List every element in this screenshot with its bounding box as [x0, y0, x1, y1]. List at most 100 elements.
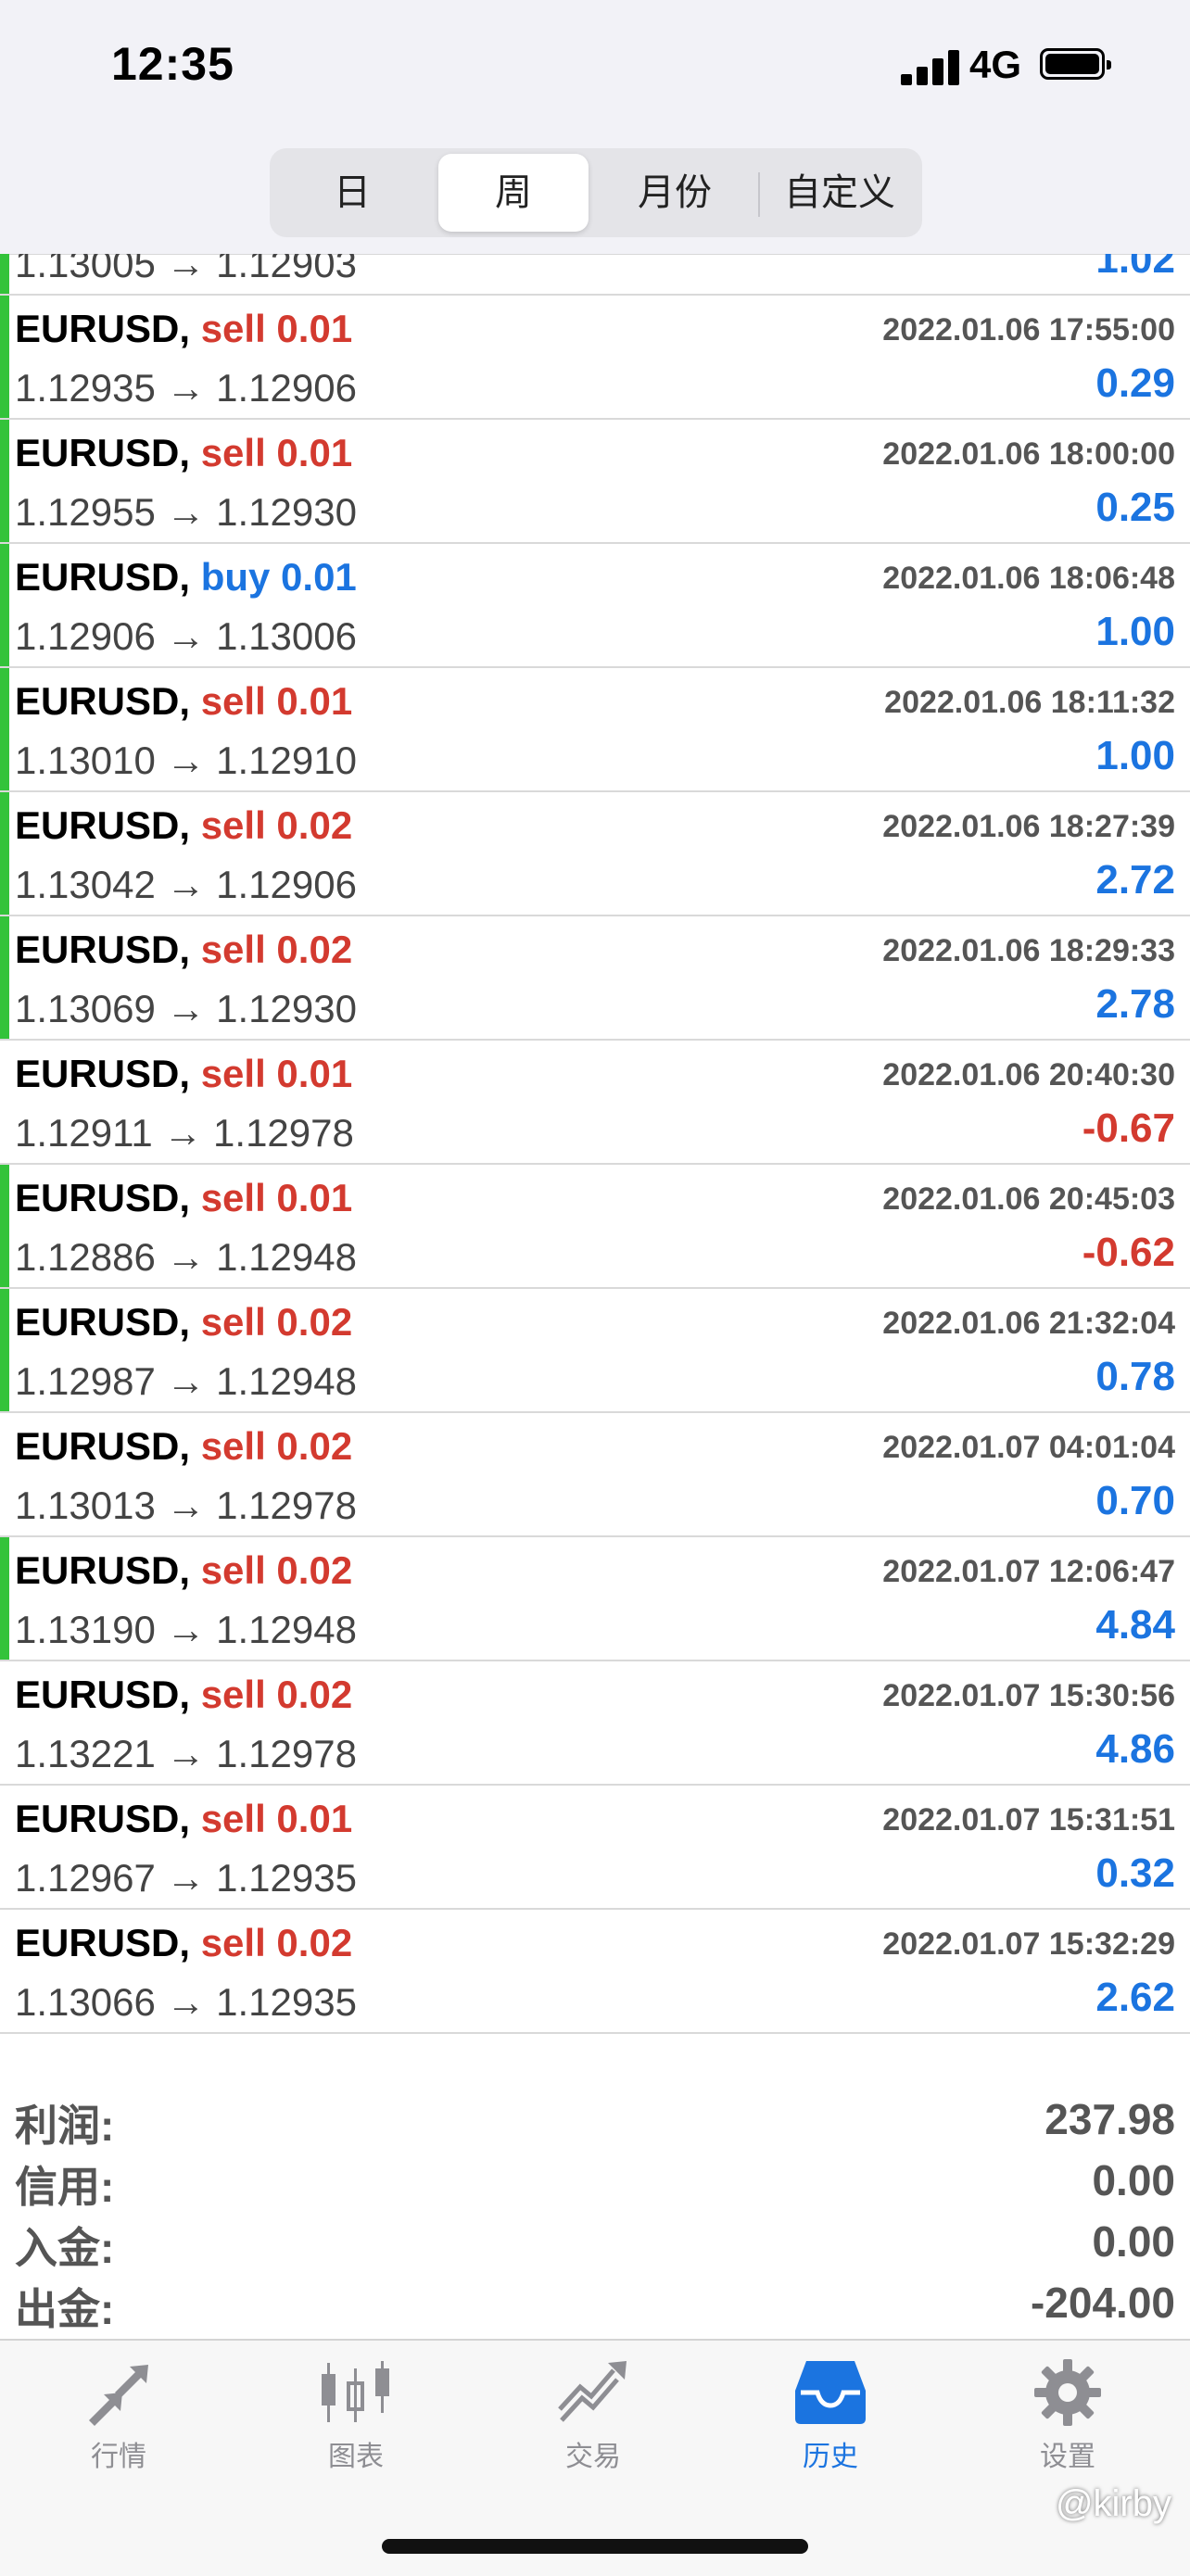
home-indicator[interactable]: [382, 2539, 808, 2554]
segment-day[interactable]: 日: [277, 154, 427, 232]
summary-label: 信用:: [15, 2163, 115, 2211]
row-profit: 0.78: [1095, 1354, 1175, 1399]
row-title: EURUSD, sell 0.02: [15, 803, 352, 848]
row-side: sell 0.01: [200, 1797, 353, 1840]
segment-custom[interactable]: 自定义: [765, 154, 915, 232]
history-row[interactable]: EURUSD, sell 0.02 2022.01.06 21:32:04 1.12…: [0, 1289, 1190, 1413]
row-symbol: EURUSD,: [15, 679, 191, 723]
history-row[interactable]: EURUSD, sell 0.02 2022.01.07 12:06:47 1.13…: [0, 1537, 1190, 1661]
row-prices: 1.13190 → 1.12948: [15, 1608, 357, 1651]
row-symbol: EURUSD,: [15, 1921, 191, 1964]
row-side: sell 0.02: [200, 1673, 353, 1716]
history-row[interactable]: EURUSD, sell 0.02 2022.01.07 15:30:56 1.13…: [0, 1661, 1190, 1786]
history-row[interactable]: EURUSD, sell 0.01 2022.01.06 17:55:00 1.12…: [0, 296, 1190, 420]
row-prices: 1.12911 → 1.12978: [15, 1111, 354, 1155]
history-summary: 利润: 237.98 信用: 0.00 入金: 0.00 出金: -204.00: [0, 2089, 1190, 2339]
history-row[interactable]: EURUSD, sell 0.01 2022.01.06 20:45:03 1.12…: [0, 1165, 1190, 1289]
row-prices: 1.13010 → 1.12910: [15, 739, 357, 782]
tab-settings[interactable]: 设置: [975, 2359, 1160, 2498]
row-profit: 0.70: [1095, 1478, 1175, 1523]
history-row[interactable]: EURUSD, buy 0.01 2022.01.06 18:06:48 1.129…: [0, 544, 1190, 668]
history-tray-icon: [795, 2361, 866, 2424]
row-title: EURUSD, sell 0.01: [15, 431, 352, 475]
row-side: sell 0.02: [200, 1424, 353, 1468]
history-row[interactable]: EURUSD, sell 0.01 2022.01.07 15:31:51 1.12…: [0, 1786, 1190, 1910]
tab-history[interactable]: 历史: [738, 2359, 923, 2498]
row-side-indicator: [0, 296, 9, 418]
row-title: EURUSD, buy 0.01: [15, 555, 357, 600]
row-symbol: EURUSD,: [15, 307, 191, 350]
row-side: sell 0.01: [200, 1176, 353, 1219]
row-side: sell 0.01: [200, 307, 353, 350]
history-row[interactable]: EURUSD, sell 0.02 2022.01.06 18:27:39 1.13…: [0, 792, 1190, 916]
candlestick-chart-icon: [322, 2361, 389, 2422]
tab-charts[interactable]: 图表: [263, 2359, 449, 2498]
segment-month[interactable]: 月份: [600, 154, 750, 232]
row-symbol: EURUSD,: [15, 1548, 191, 1592]
row-title: EURUSD, sell 0.01: [15, 1052, 352, 1096]
row-symbol: EURUSD,: [15, 1673, 191, 1716]
summary-value: 0.00: [1092, 2156, 1175, 2204]
summary-value: -204.00: [1030, 2279, 1175, 2327]
quotes-arrows-icon: [89, 2365, 148, 2426]
row-profit: 2.72: [1095, 857, 1175, 903]
row-time: 2022.01.07 04:01:04: [882, 1430, 1175, 1465]
row-time: 2022.01.07 15:31:51: [882, 1802, 1175, 1837]
row-side: sell 0.02: [200, 928, 353, 971]
row-time: 2022.01.07 15:30:56: [882, 1678, 1175, 1713]
row-symbol: EURUSD,: [15, 1797, 191, 1840]
row-symbol: EURUSD,: [15, 431, 191, 474]
period-segmented-control: 日 周 月份 自定义: [270, 148, 922, 237]
row-title: EURUSD, sell 0.01: [15, 679, 352, 724]
row-prices: 1.13069 → 1.12930: [15, 987, 357, 1030]
summary-value: 237.98: [1044, 2095, 1175, 2143]
row-profit: 0.32: [1095, 1850, 1175, 1896]
summary-label: 利润:: [15, 2102, 115, 2150]
row-prices: 1.13005 → 1.12903: [15, 254, 357, 285]
network-type: 4G: [969, 43, 1022, 86]
row-prices: 1.12935 → 1.12906: [15, 366, 357, 410]
row-symbol: EURUSD,: [15, 1052, 191, 1095]
history-row[interactable]: EURUSD, sell 0.01 2022.01.06 20:40:30 1.12…: [0, 1041, 1190, 1165]
summary-row-profit: 利润: 237.98: [0, 2089, 1190, 2150]
history-list[interactable]: EURUSD, sell 0.012022.01.06 17:50:331.13…: [0, 254, 1190, 2339]
summary-row-credit: 信用: 0.00: [0, 2150, 1190, 2211]
row-side: sell 0.02: [200, 803, 353, 847]
row-prices: 1.13042 → 1.12906: [15, 863, 357, 906]
row-side: sell 0.02: [200, 1300, 353, 1344]
gear-icon: [1034, 2359, 1101, 2426]
row-profit: 2.62: [1095, 1975, 1175, 2020]
row-title: EURUSD, sell 0.02: [15, 1300, 352, 1345]
tab-quotes[interactable]: 行情: [26, 2359, 211, 2498]
tab-label: 设置: [1040, 2442, 1095, 2472]
history-row[interactable]: EURUSD, sell 0.02 2022.01.07 15:32:29 1.13…: [0, 1910, 1190, 2034]
row-side-indicator: [0, 420, 9, 542]
row-title: EURUSD, sell 0.01: [15, 1176, 352, 1220]
history-row[interactable]: EURUSD, sell 0.01 2022.01.06 18:11:32 1.13…: [0, 668, 1190, 792]
history-row[interactable]: EURUSD, sell 0.02 2022.01.07 04:01:04 1.13…: [0, 1413, 1190, 1537]
period-filter-bar: 日 周 月份 自定义: [0, 139, 1190, 255]
row-time: 2022.01.06 20:45:03: [882, 1181, 1175, 1217]
history-row[interactable]: EURUSD, sell 0.012022.01.06 17:50:331.13…: [0, 254, 1190, 296]
summary-value: 0.00: [1092, 2217, 1175, 2266]
row-profit: 0.25: [1095, 485, 1175, 530]
battery-icon: [1040, 48, 1111, 80]
summary-label: 出金:: [15, 2285, 115, 2333]
history-row[interactable]: EURUSD, sell 0.02 2022.01.06 18:29:33 1.13…: [0, 916, 1190, 1041]
row-symbol: EURUSD,: [15, 1424, 191, 1468]
row-side-indicator: [0, 1289, 9, 1411]
row-side: sell 0.01: [200, 679, 353, 723]
row-side: sell 0.02: [200, 1548, 353, 1592]
segment-divider: [758, 172, 760, 217]
tab-trade[interactable]: 交易: [500, 2359, 686, 2498]
segment-week[interactable]: 周: [438, 154, 589, 232]
row-symbol: EURUSD,: [15, 1176, 191, 1219]
row-side-indicator: [0, 544, 9, 666]
row-side: sell 0.02: [200, 1921, 353, 1964]
row-profit: 1.00: [1095, 733, 1175, 778]
row-profit: 4.84: [1095, 1602, 1175, 1648]
history-row[interactable]: EURUSD, sell 0.01 2022.01.06 18:00:00 1.12…: [0, 420, 1190, 544]
row-side-indicator: [0, 1165, 9, 1287]
row-prices: 1.12906 → 1.13006: [15, 614, 357, 658]
summary-row-deposit: 入金: 0.00: [0, 2211, 1190, 2272]
